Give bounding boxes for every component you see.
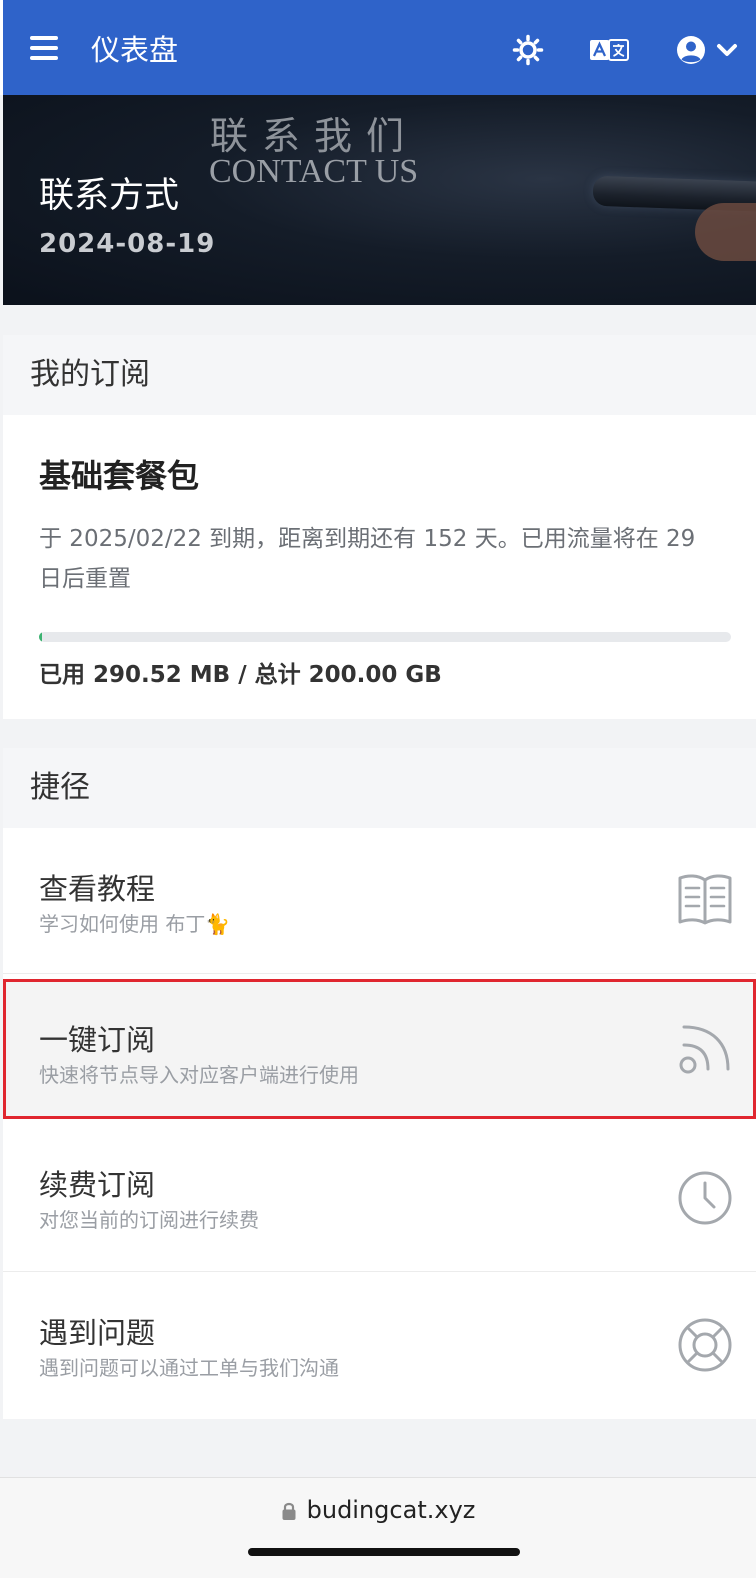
book-icon (678, 874, 732, 925)
shortcut-title: 遇到问题 (39, 1316, 156, 1350)
page-title: 仪表盘 (91, 33, 179, 67)
shortcut-get-help[interactable]: 遇到问题 遇到问题可以通过工单与我们沟通 (3, 1272, 756, 1419)
traffic-progress-bar (39, 632, 731, 642)
traffic-progress-fill (39, 632, 42, 642)
shortcut-subtitle: 快速将节点导入对应客户端进行使用 (39, 1063, 359, 1087)
sun-icon (512, 34, 544, 66)
lifebuoy-icon (678, 1318, 732, 1372)
banner-title: 联系方式 (39, 176, 180, 216)
subscription-body: 基础套餐包 于 2025/02/22 到期，距离到期还有 152 天。已用流量将… (3, 415, 756, 719)
shortcut-title: 续费订阅 (39, 1168, 156, 1202)
shortcut-view-tutorial[interactable]: 查看教程 学习如何使用 布丁🐈 (3, 828, 756, 974)
traffic-usage-text: 已用 290.52 MB / 总计 200.00 GB (39, 662, 442, 688)
banner-date: 2024-08-19 (39, 229, 216, 259)
subscription-card-header: 我的订阅 (3, 335, 756, 415)
language-button[interactable] (587, 28, 631, 72)
shortcuts-card: 捷径 查看教程 学习如何使用 布丁🐈 一键订阅 快速将节点导入对应客户端进行使用… (3, 748, 756, 1419)
browser-address-bar[interactable]: budingcat.xyz (0, 1477, 756, 1578)
shortcut-subtitle: 对您当前的订阅进行续费 (39, 1208, 259, 1232)
home-indicator[interactable] (248, 1548, 520, 1556)
shortcut-one-click-subscribe[interactable]: 一键订阅 快速将节点导入对应客户端进行使用 (3, 979, 756, 1119)
shortcut-subtitle: 学习如何使用 布丁🐈 (39, 912, 231, 936)
shortcut-renew-subscription[interactable]: 续费订阅 对您当前的订阅进行续费 (3, 1124, 756, 1272)
subscription-card: 我的订阅 基础套餐包 于 2025/02/22 到期，距离到期还有 152 天。… (3, 335, 756, 719)
hand-illustration (695, 203, 756, 261)
banner-image-text-en: CONTACT US (209, 153, 419, 190)
notice-banner[interactable]: 联系我们 CONTACT US 联系方式 2024-08-19 (3, 95, 756, 305)
rss-icon (679, 1025, 730, 1074)
shortcut-title: 一键订阅 (39, 1023, 156, 1057)
plan-name: 基础套餐包 (39, 457, 200, 495)
account-menu-button[interactable] (671, 28, 743, 72)
plan-expiry-description: 于 2025/02/22 到期，距离到期还有 152 天。已用流量将在 29 日… (39, 526, 696, 592)
translate-icon (590, 39, 629, 61)
user-icon (677, 36, 705, 64)
lock-icon (282, 1502, 296, 1520)
shortcuts-card-header: 捷径 (3, 748, 756, 828)
clock-icon (678, 1171, 732, 1225)
chevron-down-icon (717, 44, 737, 56)
address-display: budingcat.xyz (0, 1496, 756, 1524)
menu-icon[interactable] (30, 36, 58, 62)
shortcut-title: 查看教程 (39, 872, 156, 906)
top-app-bar: 仪表盘 (0, 0, 756, 95)
banner-image-text-cn: 联系我们 (210, 114, 419, 158)
url-text: budingcat.xyz (306, 1496, 476, 1524)
theme-toggle-button[interactable] (506, 28, 550, 72)
shortcut-subtitle: 遇到问题可以通过工单与我们沟通 (39, 1356, 339, 1380)
